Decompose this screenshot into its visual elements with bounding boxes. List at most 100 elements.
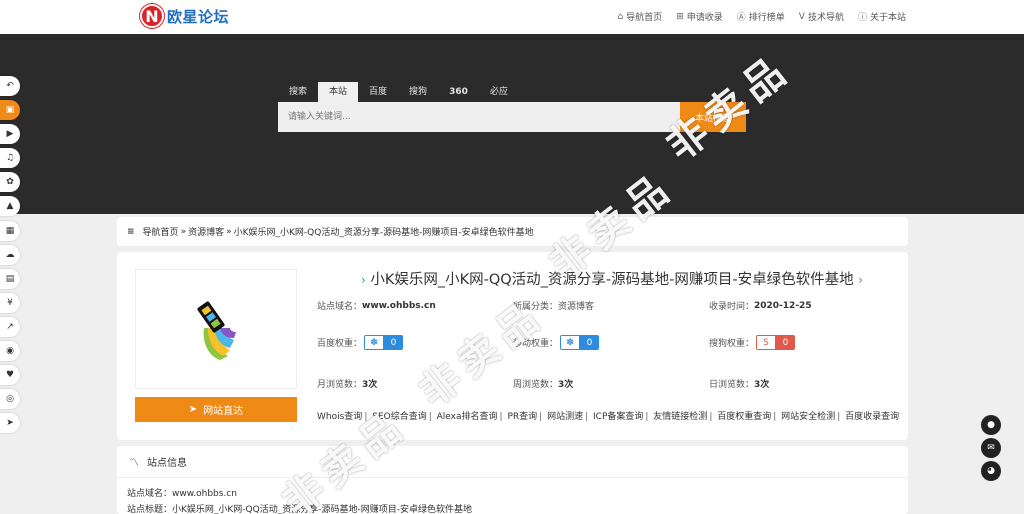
- paw-icon: ✽: [364, 335, 385, 350]
- graduation-cap-icon[interactable]: ▲: [0, 196, 20, 217]
- baidu-weight-badge[interactable]: ✽ 0: [364, 335, 404, 350]
- top-bar: N 欧星论坛 ⌂ 导航首页 ⊞ 申请收录 Ⓐ 排行榜单 V 技术导航 ⓘ 关于本站: [0, 0, 1024, 34]
- compass-icon[interactable]: ◉: [0, 341, 20, 362]
- tab-site[interactable]: 本站: [318, 82, 359, 102]
- tool-link[interactable]: 网站测速: [547, 412, 583, 422]
- file-icon[interactable]: ▤: [0, 268, 20, 289]
- mobile-weight-value: 0: [580, 335, 600, 350]
- sogou-weight-cell: 搜狗权重： S0: [709, 335, 905, 350]
- plus-square-icon: ⊞: [676, 11, 684, 22]
- tool-link[interactable]: 百度收录查询: [845, 412, 899, 422]
- breadcrumb-category[interactable]: 资源博客: [188, 225, 224, 238]
- nav-apply[interactable]: ⊞ 申请收录: [676, 10, 723, 24]
- breadcrumb-separator: »: [180, 226, 187, 237]
- send-icon[interactable]: ➤: [0, 413, 20, 434]
- site-info-card: 〽 站点信息 站点域名：www.ohbbs.cn 站点标题：小K娱乐网_小K网-…: [117, 446, 908, 514]
- added-cell: 收录时间： 2020-12-25: [709, 299, 905, 313]
- cloud-icon[interactable]: ☁: [0, 244, 20, 265]
- site-logo[interactable]: N 欧星论坛: [140, 4, 229, 28]
- site-title: › 小K娱乐网_小K网-QQ活动_资源分享-源码基地-网赚项目-安卓绿色软件基地…: [347, 268, 877, 289]
- added-label: 收录时间：: [709, 302, 755, 312]
- divider: [117, 477, 908, 478]
- tab-baidu[interactable]: 百度: [358, 82, 398, 102]
- info-row-basic: 站点域名： www.ohbbs.cn 所属分类： 资源博客 收录时间： 2020-12…: [317, 299, 907, 313]
- nav-ranking[interactable]: Ⓐ 排行榜单: [737, 10, 785, 23]
- menu-icon: ≡: [127, 226, 135, 237]
- visit-label: 网站直达: [203, 406, 244, 417]
- tool-link[interactable]: 网站安全检测: [781, 412, 835, 422]
- visit-site-button[interactable]: ➤ 网站直达: [135, 397, 297, 422]
- nav-tech[interactable]: V 技术导航: [799, 10, 844, 24]
- weekly-cell: 周浏览数： 3次: [513, 377, 709, 390]
- breadcrumb-home[interactable]: 导航首页: [143, 225, 179, 238]
- logo-text: 欧星论坛: [167, 7, 230, 26]
- send-circle-icon: ➤: [188, 404, 198, 415]
- tool-link[interactable]: ICP备案查询: [593, 412, 643, 422]
- back-icon[interactable]: ↶: [0, 76, 20, 96]
- sogou-icon: S: [756, 335, 777, 350]
- info-icon: ⓘ: [857, 13, 867, 23]
- domain-value: www.ohbbs.cn: [362, 300, 436, 311]
- sogou-weight-value: 0: [776, 335, 796, 350]
- video-icon[interactable]: ▶: [0, 124, 20, 145]
- wechat-icon[interactable]: ◕: [981, 461, 1001, 481]
- paw-icon: ✽: [560, 335, 581, 350]
- tool-link[interactable]: 百度权重查询: [717, 412, 771, 422]
- search-input[interactable]: [278, 102, 680, 132]
- site-title-text: 小K娱乐网_小K网-QQ活动_资源分享-源码基地-网赚项目-安卓绿色软件基地: [370, 272, 854, 288]
- weekly-label: 周浏览数：: [513, 380, 559, 390]
- tab-360[interactable]: 360: [438, 82, 479, 102]
- tool-link[interactable]: PR查询: [507, 412, 537, 422]
- breadcrumb: ≡ 导航首页 » 资源博客 » 小K娱乐网_小K网-QQ活动_资源分享-源码基地…: [117, 217, 908, 246]
- mail-icon[interactable]: ✉: [981, 438, 1001, 458]
- monthly-value: 3次: [362, 380, 378, 390]
- weekly-value: 3次: [558, 380, 574, 390]
- yen-icon[interactable]: ¥: [0, 292, 20, 313]
- title-mark-icon: ›: [360, 273, 366, 287]
- top-nav: ⌂ 导航首页 ⊞ 申请收录 Ⓐ 排行榜单 V 技术导航 ⓘ 关于本站: [617, 10, 906, 24]
- category-cell: 所属分类： 资源博客: [513, 299, 709, 312]
- domain-label: 站点域名：: [317, 302, 363, 312]
- info-row-weights: 百度权重： ✽ 0 移动权重： ✽ 0 搜狗权重： S0: [317, 335, 907, 350]
- tab-search[interactable]: 搜索: [278, 82, 318, 102]
- tab-bing[interactable]: 必应: [479, 82, 519, 102]
- chart-icon[interactable]: ↗: [0, 316, 20, 337]
- ranking-icon: Ⓐ: [736, 13, 746, 23]
- tab-sogou[interactable]: 搜狗: [398, 82, 438, 102]
- nav-label: 申请收录: [686, 13, 723, 23]
- daily-value: 3次: [754, 380, 770, 390]
- grid-icon[interactable]: ▦: [0, 220, 20, 241]
- nav-label: 排行榜单: [748, 13, 785, 23]
- title-mark-icon: ›: [858, 273, 864, 287]
- nav-label: 技术导航: [807, 13, 844, 23]
- site-logo-image: [197, 301, 236, 360]
- category-value[interactable]: 资源博客: [558, 299, 594, 312]
- game-icon[interactable]: ✿: [0, 172, 20, 193]
- site-info-title: 站点信息: [147, 458, 187, 469]
- eye-icon[interactable]: ◎: [0, 389, 20, 410]
- right-toolbar: ● ✉ ◕: [981, 415, 1001, 484]
- site-thumbnail: [135, 269, 297, 389]
- tool-link[interactable]: 友情链接检测: [653, 412, 707, 422]
- mobile-weight-badge[interactable]: ✽ 0: [560, 335, 600, 350]
- nav-about[interactable]: ⓘ 关于本站: [858, 10, 906, 23]
- baidu-weight-label: 百度权重：: [317, 339, 363, 349]
- sogou-weight-label: 搜狗权重：: [709, 339, 755, 349]
- site-info-header: 〽 站点信息: [129, 454, 187, 469]
- music-icon[interactable]: ♫: [0, 148, 20, 169]
- sogou-weight-badge[interactable]: S0: [756, 335, 796, 350]
- tv-icon[interactable]: ▣: [0, 100, 20, 121]
- left-toolbar: ↶ ▣ ▶ ♫ ✿ ▲ ▦ ☁ ▤ ¥ ↗ ◉ ♥ ◎ ➤: [0, 76, 20, 437]
- heartbeat-icon[interactable]: ♥: [0, 365, 20, 386]
- qq-icon[interactable]: ●: [981, 415, 1001, 435]
- baidu-weight-value: 0: [384, 335, 404, 350]
- nav-label: 关于本站: [869, 13, 906, 23]
- nav-home[interactable]: ⌂ 导航首页: [617, 10, 663, 24]
- nav-label: 导航首页: [626, 13, 663, 23]
- site-info-domain: 站点域名：www.ohbbs.cn: [127, 489, 237, 499]
- daily-label: 日浏览数：: [709, 380, 755, 390]
- home-icon: ⌂: [617, 11, 624, 22]
- monthly-label: 月浏览数：: [317, 380, 363, 390]
- info-row-views: 月浏览数： 3次 周浏览数： 3次 日浏览数： 3次: [317, 377, 907, 390]
- seo-tools: Whois查询 | SEO综合查询 | Alexa排名查询 | PR查询 | 网站测速 |…: [317, 412, 900, 422]
